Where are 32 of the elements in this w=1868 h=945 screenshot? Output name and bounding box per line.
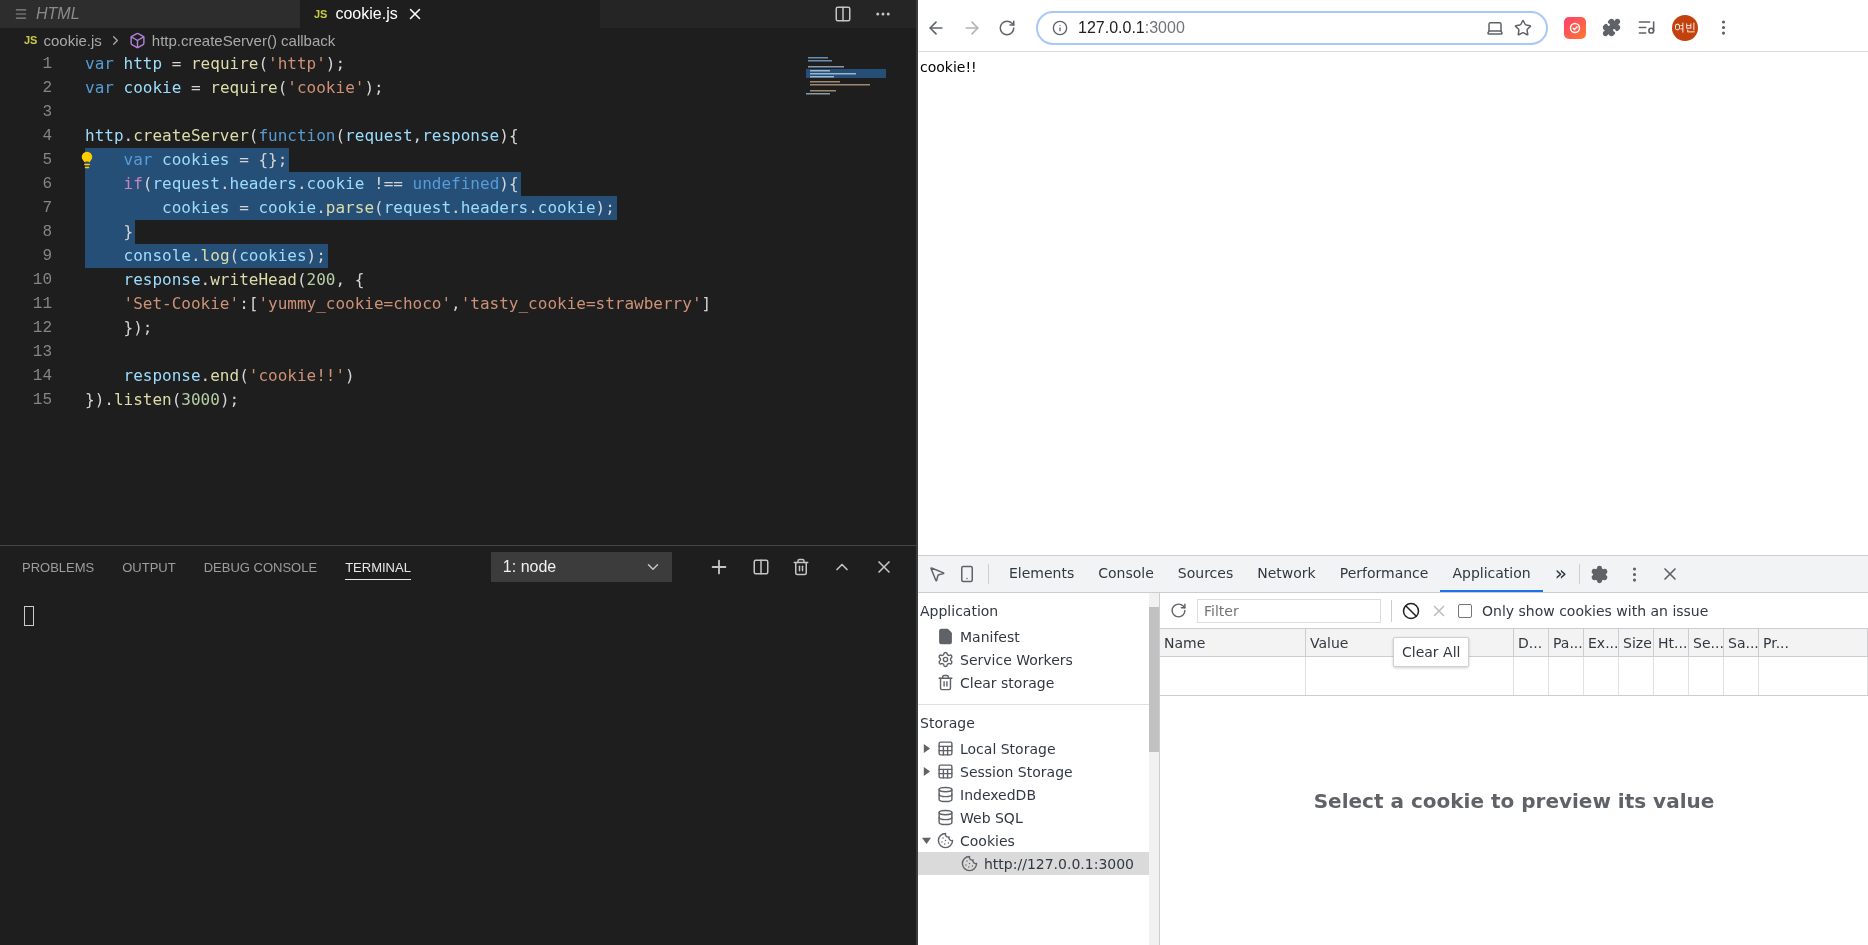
tab-label: HTML: [36, 5, 80, 23]
code-line: 'Set-Cookie':['yummy_cookie=choco','tasty_cookie=strawberry']: [122, 293, 712, 315]
line-number: 2: [41, 79, 52, 97]
code-line: var cookie = require('cookie');: [85, 77, 384, 99]
line-number: 14: [31, 367, 52, 385]
code-line: });: [122, 317, 153, 339]
line-number: 13: [31, 343, 52, 361]
code-line: }).listen(3000);: [85, 389, 240, 411]
line-number: 3: [41, 103, 52, 121]
js-label: JS: [314, 8, 328, 20]
line-number: 9: [41, 247, 52, 265]
line-number: 15: [31, 391, 52, 409]
line-number: 12: [31, 319, 52, 337]
tooltip: Clear All: [1393, 637, 1470, 667]
line-number: 8: [41, 223, 52, 241]
section-title: Application: [919, 602, 1000, 621]
line-number: 1: [41, 55, 52, 73]
line-number: 6: [41, 175, 52, 193]
section-title: Storage: [919, 714, 976, 733]
preview-message: Select a cookie to preview its value: [1313, 788, 1715, 813]
line-number: 4: [41, 127, 52, 145]
page-text: cookie!!: [920, 59, 977, 75]
line-number: 10: [31, 271, 52, 289]
code-line: var http = require('http');: [85, 53, 346, 75]
code-line: response.writeHead(200, {: [122, 269, 365, 291]
code-line: http.createServer(function(request,response){: [85, 125, 519, 147]
line-number: 5: [41, 151, 52, 169]
line-number: 7: [41, 199, 52, 217]
js-label: JS: [24, 34, 38, 46]
line-number: 11: [31, 295, 52, 313]
code-line: response.end('cookie!!'): [122, 365, 355, 387]
tab-label: cookie.js: [335, 5, 398, 23]
